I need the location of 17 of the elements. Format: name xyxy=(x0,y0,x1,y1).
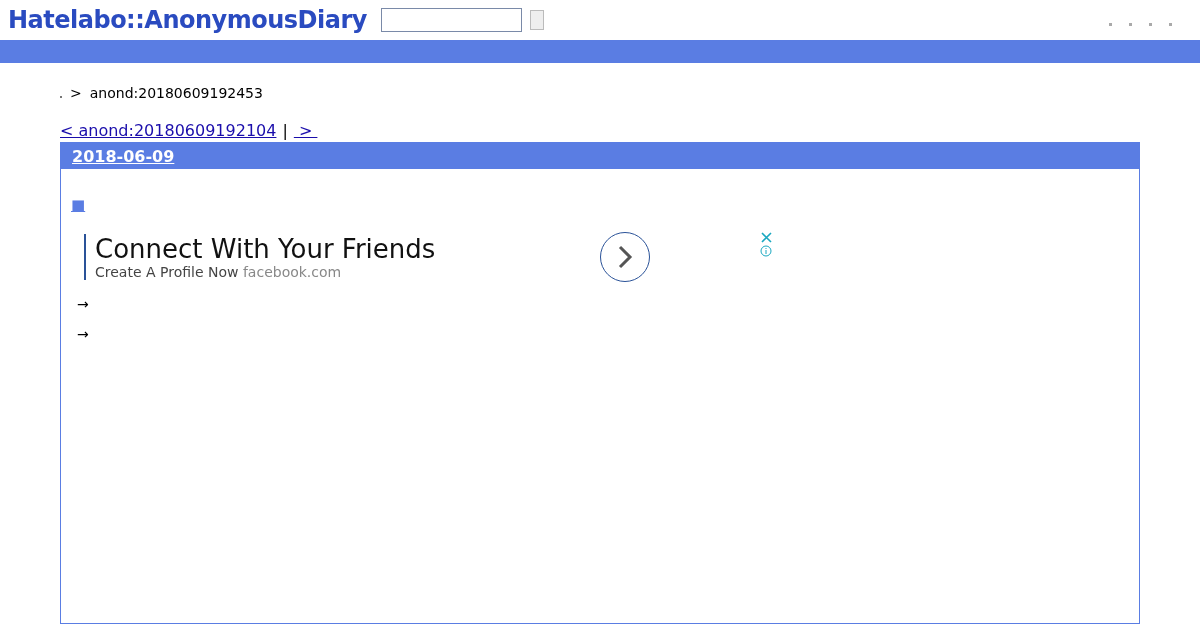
info-icon[interactable] xyxy=(760,245,772,257)
arrow-text: → xyxy=(77,296,90,312)
pager-divider: | xyxy=(282,121,288,140)
arrow-text: → xyxy=(77,326,90,342)
breadcrumb-separator: > xyxy=(70,85,82,101)
ad-subtitle[interactable]: Create A Profile Now facebook.com xyxy=(95,264,595,280)
ad-title[interactable]: Connect With Your Friends xyxy=(95,234,595,264)
search-button[interactable] xyxy=(529,10,544,30)
site-logo[interactable]: Hatelabo::AnonymousDiary xyxy=(8,6,367,34)
prev-link[interactable]: < anond:20180609192104 xyxy=(60,121,277,140)
date-link[interactable]: 2018-06-09 xyxy=(72,146,175,166)
entry-mark-link[interactable]: ■ xyxy=(71,196,86,214)
breadcrumb-current: anond:20180609192453 xyxy=(89,85,263,101)
ad-open-button[interactable] xyxy=(600,232,650,282)
search-field[interactable] xyxy=(380,8,522,32)
close-icon[interactable] xyxy=(760,232,772,243)
next-link[interactable]: > xyxy=(293,121,318,140)
